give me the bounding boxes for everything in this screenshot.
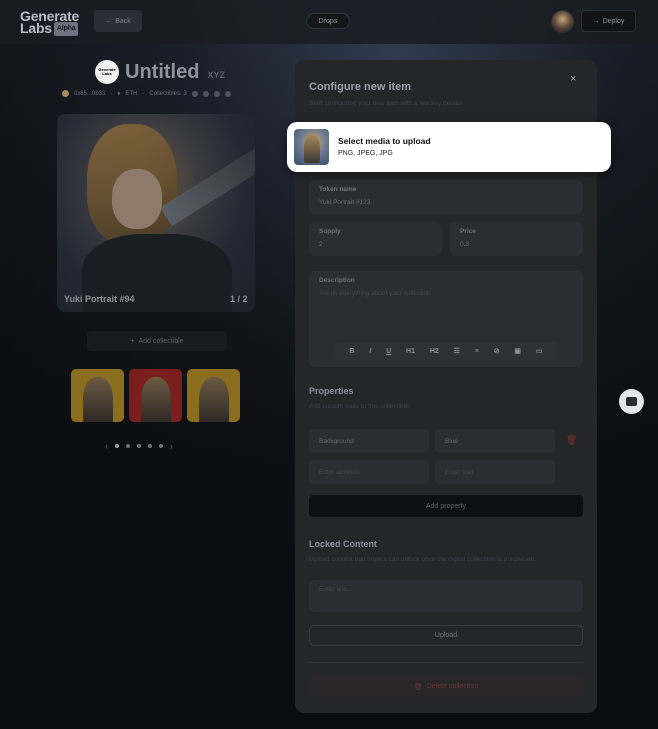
modal-title: Configure new item	[309, 81, 412, 93]
chevron-right-icon[interactable]: ›	[170, 441, 173, 451]
pager-dot[interactable]	[115, 444, 119, 448]
separator: ·	[142, 90, 145, 97]
currency-label: ETH	[125, 90, 138, 97]
user-avatar[interactable]	[551, 10, 574, 33]
token-name-field[interactable]: Token name Yuki Portrait #123	[309, 180, 583, 214]
drops-tab[interactable]: Drops	[306, 13, 350, 29]
chevron-left-icon[interactable]: ‹	[105, 441, 108, 451]
ethereum-icon: ♦	[117, 90, 121, 97]
pager-dot[interactable]	[137, 444, 141, 448]
modal-subtitle: Start configuring your new item with a f…	[309, 100, 462, 107]
supply-field[interactable]: Supply 2	[309, 222, 442, 256]
trash-icon[interactable]: 🗑	[566, 435, 577, 445]
medium-icon[interactable]	[213, 90, 220, 97]
locked-content-subtitle: Upload content that buyers can unlock on…	[309, 556, 536, 563]
media-upload-title: Select media to upload	[338, 136, 431, 146]
property-value-input[interactable]: Blue	[435, 429, 555, 453]
link-icon[interactable]: ⊘	[494, 347, 500, 355]
collectible-thumbnails	[71, 369, 240, 422]
deploy-button[interactable]: → Deploy	[581, 10, 636, 32]
locked-content-input[interactable]: Enter text...	[309, 580, 583, 612]
globe-icon[interactable]	[191, 90, 198, 97]
alpha-badge: Alpha	[53, 22, 79, 37]
trash-icon: 🗑	[413, 683, 423, 691]
add-collectible-button[interactable]: + Add collectible	[87, 331, 227, 351]
plus-icon: +	[130, 337, 135, 345]
price-field[interactable]: Price 0.3	[450, 222, 583, 256]
collection-logo: Generate Labs	[95, 60, 119, 84]
bullet-list-icon[interactable]: ☰	[454, 347, 460, 355]
wallet-address: 0x85...0b33	[74, 90, 106, 97]
thumbnail-item[interactable]	[129, 369, 182, 422]
video-icon[interactable]: ▭	[536, 347, 543, 355]
divider	[309, 662, 583, 663]
media-thumbnail	[294, 129, 329, 165]
owner-avatar	[62, 90, 69, 97]
top-navigation-bar: Generate Labs Alpha ← Back Drops → Deploy	[0, 0, 658, 44]
pager-dot[interactable]	[159, 444, 163, 448]
arrow-right-icon: →	[592, 17, 600, 25]
collection-suffix: XYZ	[207, 70, 225, 80]
close-icon[interactable]: ×	[570, 73, 576, 85]
carousel-pager: ‹ ›	[105, 441, 173, 451]
italic-button[interactable]: I	[369, 348, 371, 355]
bold-button[interactable]: B	[349, 348, 354, 355]
heading1-button[interactable]: H1	[406, 348, 415, 355]
property-name-input[interactable]: Background	[309, 429, 429, 453]
image-icon[interactable]: ▣	[514, 347, 521, 355]
back-button[interactable]: ← Back	[94, 10, 142, 32]
numbered-list-icon[interactable]: ≡	[475, 348, 479, 355]
collectibles-count: Collectibles: 3	[149, 90, 187, 97]
property-value-input[interactable]: Enter trait	[435, 460, 555, 484]
thumbnail-item[interactable]	[71, 369, 124, 422]
rich-text-toolbar: B I U H1 H2 ☰ ≡ ⊘ ▣ ▭	[334, 342, 558, 360]
discord-icon[interactable]	[224, 90, 231, 97]
collectible-name: Yuki Portrait #94	[64, 294, 135, 304]
app-logo[interactable]: Generate Labs Alpha	[20, 9, 79, 37]
media-upload-formats: PNG, JPEG, JPG	[338, 150, 393, 157]
thumbnail-item[interactable]	[187, 369, 240, 422]
upload-button[interactable]: Upload	[309, 625, 583, 646]
delete-collection-button[interactable]: 🗑 Delete collection	[309, 676, 583, 697]
media-upload-card[interactable]: Select media to upload PNG, JPEG, JPG	[287, 122, 611, 172]
arrow-left-icon: ←	[105, 17, 113, 25]
separator: ·	[110, 90, 113, 97]
chat-button[interactable]	[619, 389, 644, 414]
collection-title: Untitled	[125, 60, 200, 83]
property-name-input[interactable]: Enter attribute	[309, 460, 429, 484]
pager-dot[interactable]	[148, 444, 152, 448]
chat-bubble-icon	[626, 397, 637, 406]
heading2-button[interactable]: H2	[430, 348, 439, 355]
pager-dot[interactable]	[126, 444, 130, 448]
collectible-counter: 1 / 2	[230, 294, 248, 304]
collection-meta: 0x85...0b33 · ♦ ETH · Collectibles: 3	[62, 90, 231, 97]
collectible-preview-image	[57, 114, 255, 312]
underline-button[interactable]: U	[386, 348, 391, 355]
properties-title: Properties	[309, 386, 354, 396]
locked-content-title: Locked Content	[309, 539, 378, 549]
add-property-button[interactable]: Add property	[309, 495, 583, 517]
properties-subtitle: Add custom traits to this collectible	[309, 403, 409, 410]
collection-header: Generate Labs Untitled XYZ	[95, 60, 225, 84]
twitter-icon[interactable]	[202, 90, 209, 97]
